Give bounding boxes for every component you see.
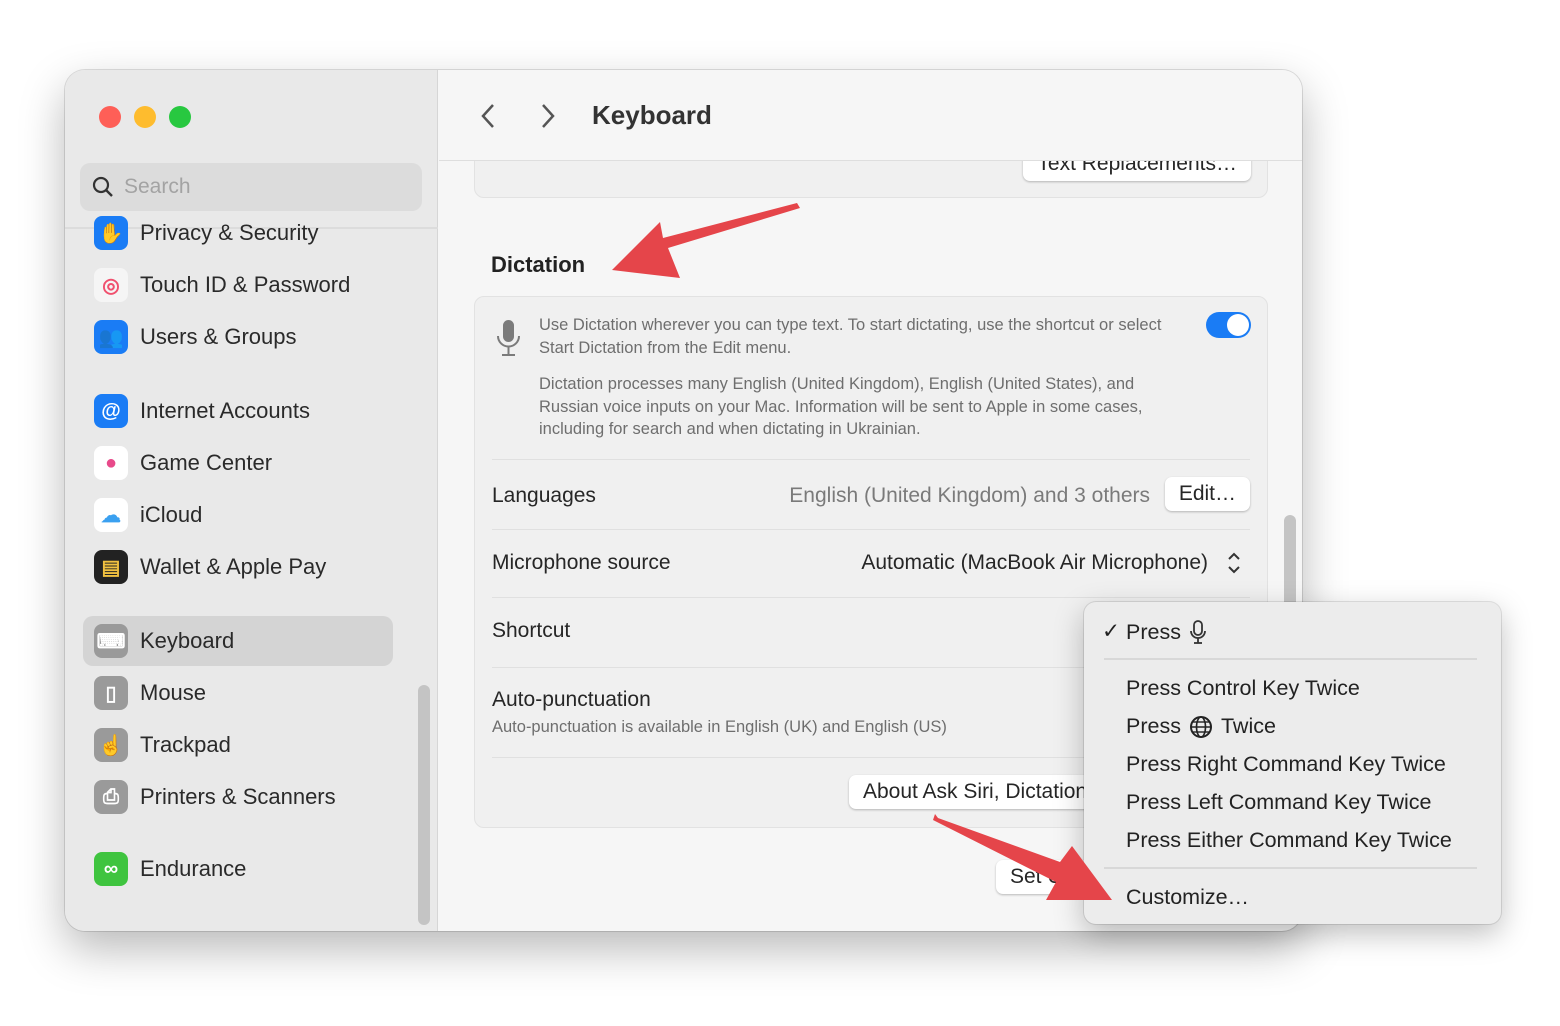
sidebar-item-users-groups[interactable]: 👥 Users & Groups <box>83 312 393 362</box>
checkmark-icon: ✓ <box>1102 619 1121 643</box>
dictation-privacy: Dictation processes many English (United… <box>539 375 1143 438</box>
sidebar-item-game-center[interactable]: ● Game Center <box>83 438 393 488</box>
sidebar-item-internet-accounts[interactable]: @ Internet Accounts <box>83 386 393 436</box>
microphone-icon <box>1190 620 1206 644</box>
languages-row: Languages English (United Kingdom) and 3… <box>492 459 1250 529</box>
menu-item-label: Press <box>1126 619 1181 644</box>
sidebar-item-label: Trackpad <box>140 732 231 757</box>
languages-value: English (United Kingdom) and 3 others <box>789 484 1150 507</box>
menu-item-left-command-twice[interactable]: Press Left Command Key Twice <box>1126 790 1432 815</box>
zoom-button[interactable] <box>169 106 191 128</box>
sidebar-item-endurance[interactable]: ∞ Endurance <box>83 844 393 894</box>
sidebar-item-label: Touch ID & Password <box>140 272 351 297</box>
sidebar: Search ✋ Privacy & Security ◎ Touch ID & Pa… <box>65 70 438 931</box>
sidebar-item-wallet-apple-pay[interactable]: ▤ Wallet & Apple Pay <box>83 542 393 592</box>
sidebar-item-label: Game Center <box>140 450 273 475</box>
menu-item-right-command-twice[interactable]: Press Right Command Key Twice <box>1126 752 1446 777</box>
dictation-toggle[interactable] <box>1206 312 1251 338</box>
sidebar-item-icloud[interactable]: ☁ iCloud <box>83 490 393 540</box>
auto-punctuation-description: Auto-punctuation is available in English… <box>492 718 947 736</box>
microphone-icon <box>497 320 520 356</box>
menu-item-press-mic[interactable]: Press <box>1126 619 1207 645</box>
sidebar-item-label: Privacy & Security <box>140 220 319 245</box>
menu-separator <box>1104 867 1477 869</box>
sidebar-item-label: Mouse <box>140 680 207 705</box>
sidebar-item-keyboard[interactable]: ⌨ Keyboard <box>83 616 393 666</box>
sidebar-scrollbar[interactable] <box>418 685 430 925</box>
section-heading: Dictation <box>491 252 586 277</box>
menu-item-control-twice[interactable]: Press Control Key Twice <box>1126 676 1360 701</box>
sidebar-item-label: Keyboard <box>140 628 235 653</box>
keyboard-icon: ⌨ <box>94 624 128 658</box>
back-icon[interactable] <box>479 102 497 130</box>
users-icon: 👥 <box>94 320 128 354</box>
menu-item-label: Press <box>1126 714 1181 738</box>
fingerprint-icon: ◎ <box>94 268 128 302</box>
trackpad-icon: ☝ <box>94 728 128 762</box>
globe-icon <box>1189 715 1212 738</box>
hand-icon: ✋ <box>94 216 128 250</box>
sidebar-item-label: Users & Groups <box>140 324 297 349</box>
search-icon <box>92 176 113 197</box>
sidebar-item-privacy-security[interactable]: ✋ Privacy & Security <box>83 208 393 258</box>
edit-languages-button[interactable]: Edit… <box>1164 477 1250 511</box>
sidebar-item-label: Endurance <box>140 856 247 881</box>
sidebar-item-label: iCloud <box>140 502 203 527</box>
microphone-value[interactable]: Automatic (MacBook Air Microphone) <box>861 551 1208 575</box>
microphone-label: Microphone source <box>492 551 671 574</box>
menu-item-label: Twice <box>1220 714 1276 738</box>
menu-item-globe-twice[interactable]: Press Twice <box>1126 714 1276 739</box>
sidebar-item-touch-id-password[interactable]: ◎ Touch ID & Password <box>83 260 393 310</box>
search-input[interactable]: Search <box>80 163 422 211</box>
sidebar-item-label: Internet Accounts <box>140 398 310 423</box>
shortcut-menu: ✓ Press Press Control Key Twice Press Tw… <box>1084 602 1501 924</box>
mouse-icon: ▯ <box>94 676 128 710</box>
wallet-icon: ▤ <box>94 550 128 584</box>
shortcut-label: Shortcut <box>492 619 571 642</box>
microphone-row: Microphone source Automatic (MacBook Air… <box>492 529 1250 597</box>
menu-item-customize[interactable]: Customize… <box>1126 885 1249 910</box>
auto-punctuation-label: Auto-punctuation <box>492 688 651 711</box>
sidebar-item-mouse[interactable]: ▯ Mouse <box>83 668 393 718</box>
endurance-icon: ∞ <box>94 852 128 886</box>
sidebar-item-trackpad[interactable]: ☝ Trackpad <box>83 720 393 770</box>
sidebar-item-printers-scanners[interactable]: ⎙ Printers & Scanners <box>83 772 393 822</box>
sidebar-item-label: Printers & Scanners <box>140 784 336 809</box>
dictation-description: Use Dictation wherever you can type text… <box>539 316 1162 357</box>
menu-separator <box>1104 658 1477 660</box>
printer-icon: ⎙ <box>94 780 128 814</box>
sidebar-item-label: Wallet & Apple Pay <box>140 554 327 579</box>
chevron-up-down-icon[interactable] <box>1226 550 1242 576</box>
search-placeholder: Search <box>124 175 191 198</box>
languages-label: Languages <box>492 484 596 507</box>
menu-item-either-command-twice[interactable]: Press Either Command Key Twice <box>1126 828 1452 853</box>
page-title: Keyboard <box>592 100 712 130</box>
minimize-button[interactable] <box>134 106 156 128</box>
toolbar: Keyboard <box>439 70 1302 161</box>
close-button[interactable] <box>99 106 121 128</box>
cloud-icon: ☁ <box>94 498 128 532</box>
at-icon: @ <box>94 394 128 428</box>
game-center-icon: ● <box>94 446 128 480</box>
forward-icon[interactable] <box>539 102 557 130</box>
